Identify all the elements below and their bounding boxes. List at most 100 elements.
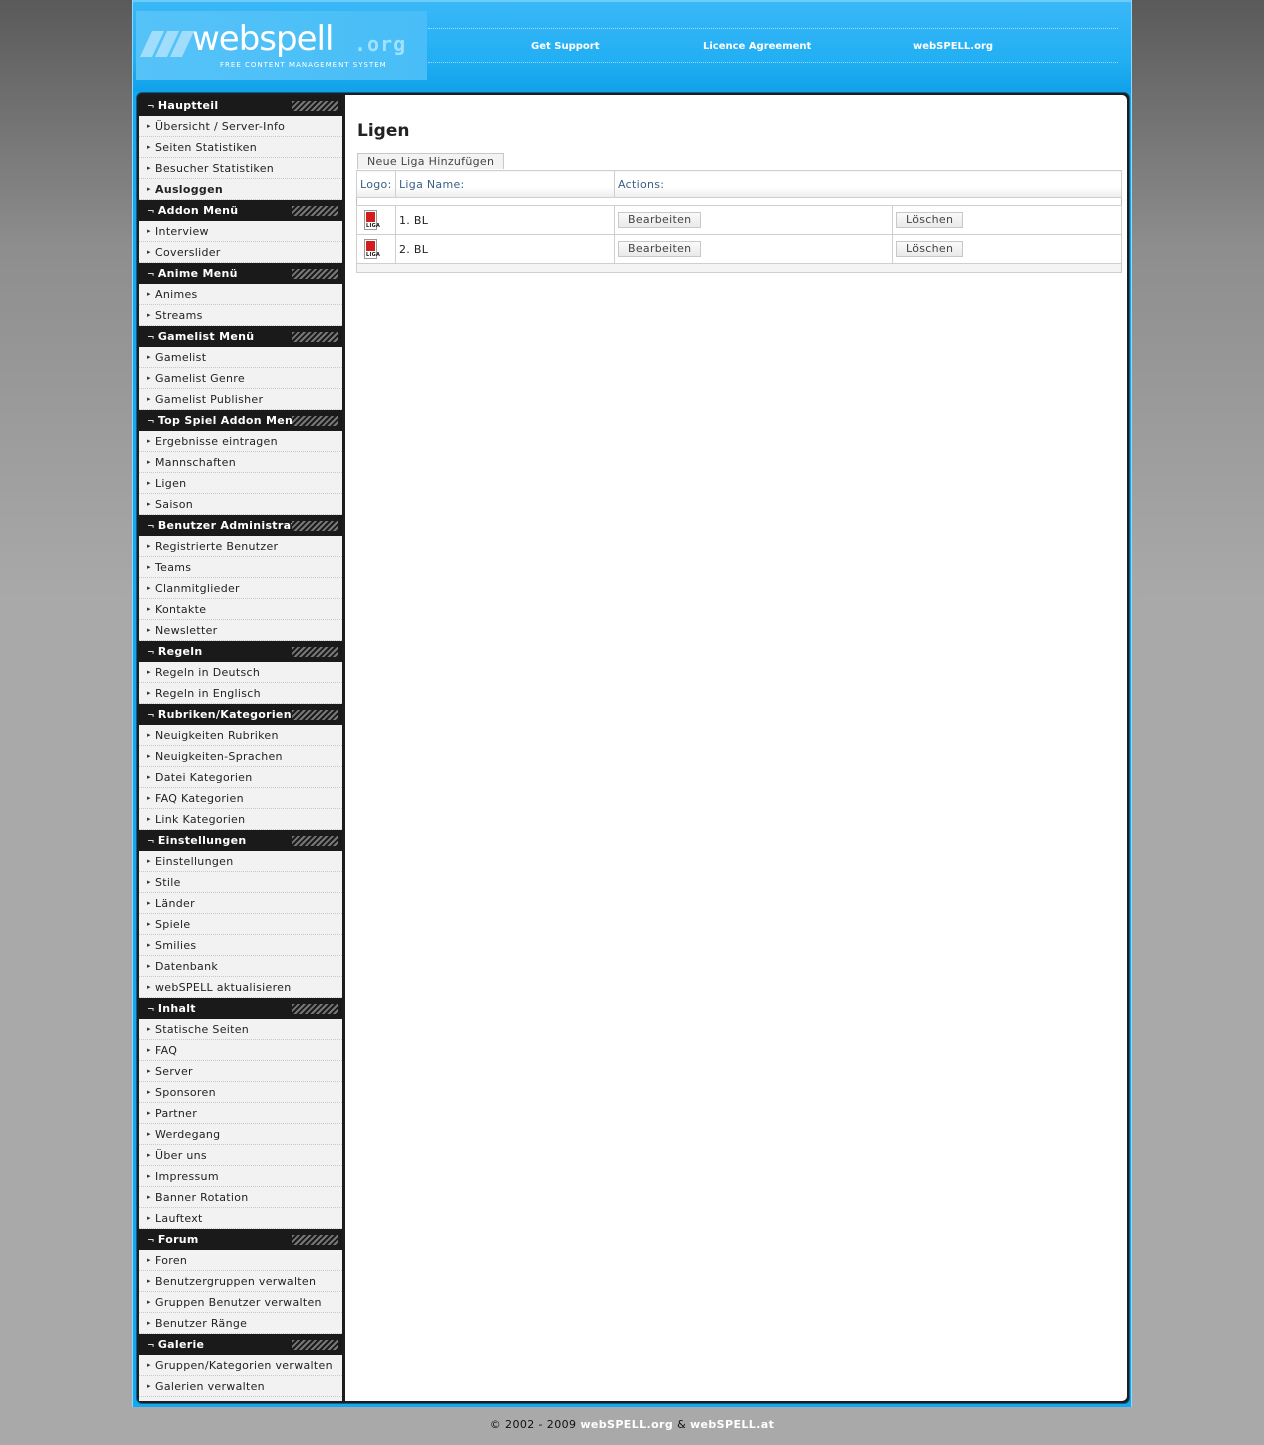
delete-button[interactable]: Löschen — [896, 241, 964, 257]
sidebar-item-datenbank[interactable]: ▸ Datenbank — [139, 956, 342, 977]
sidebar-section-rubriken-kategorien: ¬ Rubriken/Kategorien — [139, 704, 342, 725]
arrow-right-icon: ▸ — [147, 626, 151, 634]
sidebar-item-datei-kategorien[interactable]: ▸ Datei Kategorien — [139, 767, 342, 788]
sidebar-item-label: FAQ — [155, 1044, 178, 1057]
edit-button[interactable]: Bearbeiten — [618, 212, 702, 228]
sidebar-item-smilies[interactable]: ▸ Smilies — [139, 935, 342, 956]
sidebar-item-seiten-statistiken[interactable]: ▸ Seiten Statistiken — [139, 137, 342, 158]
table-spacer-row — [356, 197, 1122, 206]
sidebar-item-label: Benutzergruppen verwalten — [155, 1275, 317, 1288]
sidebar-item-label: Gruppen Benutzer verwalten — [155, 1296, 322, 1309]
sidebar-item-foren[interactable]: ▸ Foren — [139, 1250, 342, 1271]
sidebar-item-label: Mannschaften — [155, 456, 236, 469]
sidebar-item-label: Sponsoren — [155, 1086, 216, 1099]
copyright-text: © 2002 - 2009 — [489, 1418, 577, 1431]
corner-icon: ¬ — [147, 333, 155, 343]
sidebar-item-regeln-in-deutsch[interactable]: ▸ Regeln in Deutsch — [139, 662, 342, 683]
sidebar-item-neuigkeiten-sprachen[interactable]: ▸ Neuigkeiten-Sprachen — [139, 746, 342, 767]
sidebar-item-benutzergruppen-verwalten[interactable]: ▸ Benutzergruppen verwalten — [139, 1271, 342, 1292]
hatch-decoration — [292, 836, 338, 846]
sidebar-item-kontakte[interactable]: ▸ Kontakte — [139, 599, 342, 620]
hatch-decoration — [292, 416, 338, 426]
arrow-right-icon: ▸ — [147, 983, 151, 991]
header: webspell .org FREE CONTENT MANAGEMENT SY… — [133, 0, 1131, 92]
sidebar-item-teams[interactable]: ▸ Teams — [139, 557, 342, 578]
footer-link-webspell-at[interactable]: webSPELL.at — [690, 1418, 774, 1431]
sidebar-item-ergebnisse-eintragen[interactable]: ▸ Ergebnisse eintragen — [139, 431, 342, 452]
hatch-decoration — [292, 710, 338, 720]
hatch-decoration — [292, 647, 338, 657]
sidebar-item-übersicht-server-info[interactable]: ▸ Übersicht / Server-Info — [139, 116, 342, 137]
sidebar-item-link-kategorien[interactable]: ▸ Link Kategorien — [139, 809, 342, 830]
sidebar-item-label: Neuigkeiten Rubriken — [155, 729, 279, 742]
arrow-right-icon: ▸ — [147, 668, 151, 676]
sidebar-item-über-uns[interactable]: ▸ Über uns — [139, 1145, 342, 1166]
arrow-right-icon: ▸ — [147, 1256, 151, 1264]
add-liga-button[interactable]: Neue Liga Hinzufügen — [357, 153, 505, 169]
sidebar-item-label: Lauftext — [155, 1212, 203, 1225]
arrow-right-icon: ▸ — [147, 1046, 151, 1054]
sidebar-item-gamelist[interactable]: ▸ Gamelist — [139, 347, 342, 368]
sidebar-item-animes[interactable]: ▸ Animes — [139, 284, 342, 305]
sidebar-item-spiele[interactable]: ▸ Spiele — [139, 914, 342, 935]
sidebar-item-label: Ergebnisse eintragen — [155, 435, 278, 448]
sidebar-item-gruppen-benutzer-verwalten[interactable]: ▸ Gruppen Benutzer verwalten — [139, 1292, 342, 1313]
sidebar-item-banner-rotation[interactable]: ▸ Banner Rotation — [139, 1187, 342, 1208]
sidebar-item-ligen[interactable]: ▸ Ligen — [139, 473, 342, 494]
sidebar-item-lauftext[interactable]: ▸ Lauftext — [139, 1208, 342, 1229]
page-title: Ligen — [357, 121, 410, 141]
sidebar: ¬ Hauptteil ▸ Übersicht / Server-Info ▸ Seite… — [139, 95, 342, 1401]
sidebar-item-label: Ausloggen — [155, 183, 223, 196]
site-logo[interactable]: webspell .org FREE CONTENT MANAGEMENT SY… — [136, 11, 427, 80]
sidebar-item-gruppen-kategorien-verwalten[interactable]: ▸ Gruppen/Kategorien verwalten — [139, 1355, 342, 1376]
sidebar-item-label: Newsletter — [155, 624, 218, 637]
sidebar-item-partner[interactable]: ▸ Partner — [139, 1103, 342, 1124]
sidebar-item-gamelist-publisher[interactable]: ▸ Gamelist Publisher — [139, 389, 342, 410]
sidebar-item-einstellungen[interactable]: ▸ Einstellungen — [139, 851, 342, 872]
sidebar-item-saison[interactable]: ▸ Saison — [139, 494, 342, 515]
corner-icon: ¬ — [147, 270, 155, 280]
edit-cell: Bearbeiten — [614, 234, 893, 264]
delete-button[interactable]: Löschen — [896, 212, 964, 228]
sidebar-item-werdegang[interactable]: ▸ Werdegang — [139, 1124, 342, 1145]
sidebar-item-neuigkeiten-rubriken[interactable]: ▸ Neuigkeiten Rubriken — [139, 725, 342, 746]
sidebar-item-gamelist-genre[interactable]: ▸ Gamelist Genre — [139, 368, 342, 389]
sidebar-item-server[interactable]: ▸ Server — [139, 1061, 342, 1082]
edit-button[interactable]: Bearbeiten — [618, 241, 702, 257]
sidebar-item-interview[interactable]: ▸ Interview — [139, 221, 342, 242]
nav-get-support[interactable]: Get Support — [531, 41, 599, 52]
arrow-right-icon: ▸ — [147, 458, 151, 466]
sidebar-item-länder[interactable]: ▸ Länder — [139, 893, 342, 914]
sidebar-item-webspell-aktualisieren[interactable]: ▸ webSPELL aktualisieren — [139, 977, 342, 998]
nav-webspell-org[interactable]: webSPELL.org — [913, 41, 993, 52]
sidebar-item-galerien-verwalten[interactable]: ▸ Galerien verwalten — [139, 1376, 342, 1397]
arrow-right-icon: ▸ — [147, 374, 151, 382]
sidebar-item-benutzer-ränge[interactable]: ▸ Benutzer Ränge — [139, 1313, 342, 1334]
nav-licence-agreement[interactable]: Licence Agreement — [703, 41, 811, 52]
sidebar-item-regeln-in-englisch[interactable]: ▸ Regeln in Englisch — [139, 683, 342, 704]
sidebar-item-faq-kategorien[interactable]: ▸ FAQ Kategorien — [139, 788, 342, 809]
sidebar-item-label: Gruppen/Kategorien verwalten — [155, 1359, 333, 1372]
arrow-right-icon: ▸ — [147, 122, 151, 130]
sidebar-item-mannschaften[interactable]: ▸ Mannschaften — [139, 452, 342, 473]
sidebar-item-label: FAQ Kategorien — [155, 792, 244, 805]
sidebar-item-besucher-statistiken[interactable]: ▸ Besucher Statistiken — [139, 158, 342, 179]
sidebar-item-newsletter[interactable]: ▸ Newsletter — [139, 620, 342, 641]
hatch-decoration — [292, 521, 338, 531]
sidebar-item-streams[interactable]: ▸ Streams — [139, 305, 342, 326]
sidebar-item-stile[interactable]: ▸ Stile — [139, 872, 342, 893]
sidebar-item-impressum[interactable]: ▸ Impressum — [139, 1166, 342, 1187]
bundesliga-logo-icon: LIGA — [364, 210, 380, 230]
sidebar-item-coverslider[interactable]: ▸ Coverslider — [139, 242, 342, 263]
arrow-right-icon: ▸ — [147, 500, 151, 508]
hatch-decoration — [292, 1235, 338, 1245]
sidebar-item-sponsoren[interactable]: ▸ Sponsoren — [139, 1082, 342, 1103]
sidebar-item-faq[interactable]: ▸ FAQ — [139, 1040, 342, 1061]
sidebar-item-label: Saison — [155, 498, 194, 511]
sidebar-item-clanmitglieder[interactable]: ▸ Clanmitglieder — [139, 578, 342, 599]
sidebar-item-registrierte-benutzer[interactable]: ▸ Registrierte Benutzer — [139, 536, 342, 557]
sidebar-item-statische-seiten[interactable]: ▸ Statische Seiten — [139, 1019, 342, 1040]
sidebar-section-title: Inhalt — [157, 1002, 196, 1015]
footer-link-webspell-org[interactable]: webSPELL.org — [580, 1418, 673, 1431]
sidebar-item-ausloggen[interactable]: ▸ Ausloggen — [139, 179, 342, 200]
